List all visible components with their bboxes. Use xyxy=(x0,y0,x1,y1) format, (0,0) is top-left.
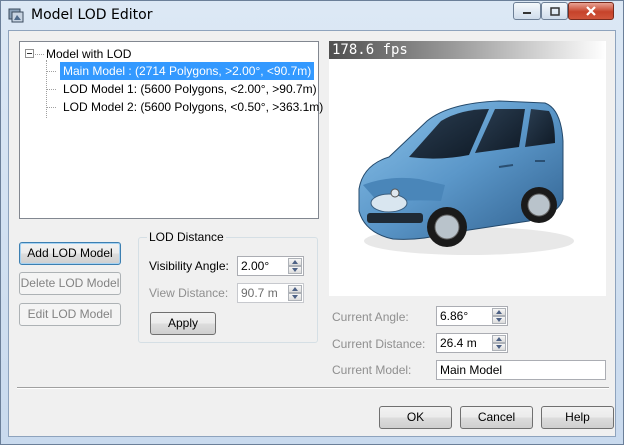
spin-up-icon[interactable] xyxy=(492,308,506,316)
collapse-toggle-icon[interactable] xyxy=(25,49,34,58)
spin-up-icon[interactable] xyxy=(492,335,506,343)
model-lod-editor-window: Model LOD Editor Model with LOD Main Mod… xyxy=(0,0,624,445)
current-model-label: Current Model: xyxy=(332,363,412,377)
current-distance-spinner[interactable]: 26.4 m xyxy=(436,333,508,353)
tree-connector xyxy=(35,54,44,56)
app-icon xyxy=(8,8,24,23)
dialog-client-area: Model with LOD Main Model : (2714 Polygo… xyxy=(8,30,616,437)
spin-down-icon[interactable] xyxy=(288,293,302,301)
delete-lod-model-button[interactable]: Delete LOD Model xyxy=(19,272,121,295)
current-angle-value[interactable]: 6.86° xyxy=(440,307,468,325)
spin-down-icon[interactable] xyxy=(492,343,506,351)
current-distance-label: Current Distance: xyxy=(332,337,426,351)
spinner-buttons xyxy=(288,285,302,301)
help-button[interactable]: Help xyxy=(541,406,614,429)
title-bar[interactable]: Model LOD Editor xyxy=(1,1,623,29)
fps-overlay: 178.6 fps xyxy=(329,41,606,59)
spin-up-icon[interactable] xyxy=(288,285,302,293)
cancel-button[interactable]: Cancel xyxy=(460,406,533,429)
lod-distance-group-label: LOD Distance xyxy=(147,230,226,244)
view-distance-spinner[interactable]: 90.7 m xyxy=(237,283,304,303)
tree-root-item[interactable]: Model with LOD xyxy=(46,47,131,61)
spinner-buttons xyxy=(288,258,302,274)
visibility-angle-spinner[interactable]: 2.00° xyxy=(237,256,304,276)
maximize-icon xyxy=(549,6,560,16)
spinner-buttons xyxy=(492,308,506,324)
current-model-field[interactable]: Main Model xyxy=(436,360,606,380)
close-button[interactable] xyxy=(568,2,614,20)
tree-connector xyxy=(47,107,56,109)
spin-down-icon[interactable] xyxy=(492,316,506,324)
visibility-angle-label: Visibility Angle: xyxy=(149,259,229,273)
car-model-render xyxy=(358,100,574,255)
minimize-button[interactable] xyxy=(513,2,541,20)
tree-connector xyxy=(47,89,56,91)
minimize-icon xyxy=(523,12,531,14)
maximize-button[interactable] xyxy=(541,2,568,20)
lod-tree-view[interactable]: Model with LOD Main Model : (2714 Polygo… xyxy=(19,41,323,219)
visibility-angle-value[interactable]: 2.00° xyxy=(241,257,269,275)
view-distance-label: View Distance: xyxy=(149,286,229,300)
edit-lod-model-button[interactable]: Edit LOD Model xyxy=(19,303,121,326)
close-icon xyxy=(586,6,596,16)
current-distance-value[interactable]: 26.4 m xyxy=(440,334,477,352)
footer-separator xyxy=(17,387,609,389)
view-distance-value[interactable]: 90.7 m xyxy=(241,284,278,302)
apply-button[interactable]: Apply xyxy=(150,312,216,335)
model-preview-viewport[interactable]: 178.6 fps xyxy=(329,41,606,296)
tree-item-lod-model-1[interactable]: LOD Model 1: (5600 Polygons, <2.00°, >90… xyxy=(60,80,320,98)
tree-item-main-model[interactable]: Main Model : (2714 Polygons, >2.00°, <90… xyxy=(60,62,315,80)
fps-counter: 178.6 fps xyxy=(332,42,408,58)
add-lod-model-button[interactable]: Add LOD Model xyxy=(19,242,121,265)
current-angle-label: Current Angle: xyxy=(332,310,409,324)
current-angle-spinner[interactable]: 6.86° xyxy=(436,306,508,326)
spin-down-icon[interactable] xyxy=(288,266,302,274)
spinner-buttons xyxy=(492,335,506,351)
ok-button[interactable]: OK xyxy=(379,406,452,429)
tree-connector xyxy=(47,71,56,73)
window-title: Model LOD Editor xyxy=(31,7,153,23)
current-model-value[interactable]: Main Model xyxy=(440,361,502,379)
spin-up-icon[interactable] xyxy=(288,258,302,266)
tree-item-lod-model-2[interactable]: LOD Model 2: (5600 Polygons, <0.50°, >36… xyxy=(60,98,326,116)
